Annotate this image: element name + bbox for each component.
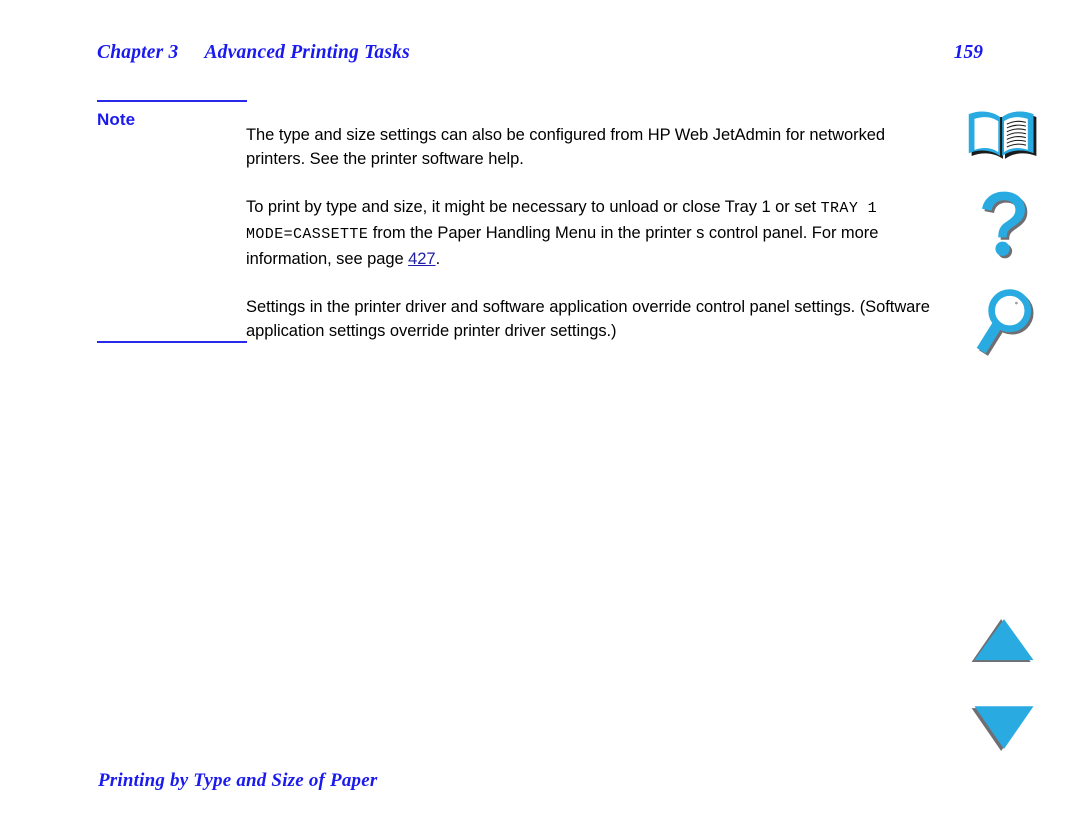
book-icon — [968, 111, 1037, 159]
note-bottom-rule — [97, 341, 247, 343]
page-number: 159 — [953, 42, 983, 63]
note-paragraph-1-text: The type and size settings can also be c… — [246, 125, 886, 168]
note-label: Note — [97, 110, 136, 129]
note-paragraph-3: Settings in the printer driver and softw… — [246, 295, 936, 343]
toc-button[interactable] — [962, 108, 1046, 166]
note-paragraph-2: To print by type and size, it might be n… — [246, 195, 936, 271]
note-paragraph-3-text: Settings in the printer driver and softw… — [246, 297, 930, 340]
previous-page-button[interactable] — [962, 614, 1046, 670]
note-top-rule — [97, 100, 247, 102]
page-header: Chapter 3 Advanced Printing Tasks 159 — [97, 42, 983, 72]
header-chapter-group: Chapter 3 Advanced Printing Tasks — [97, 42, 410, 64]
note-paragraph-1: The type and size settings can also be c… — [246, 123, 936, 171]
note-paragraph-2-tail: . — [435, 249, 441, 268]
note-paragraph-2-lead: To print by type and size, it might be n… — [246, 197, 821, 216]
triangle-up-icon — [971, 619, 1034, 662]
header-chapter-label: Chapter 3 — [97, 42, 179, 63]
search-button[interactable] — [962, 286, 1046, 362]
next-page-button[interactable] — [962, 702, 1046, 758]
help-button[interactable] — [962, 186, 1046, 262]
page-cross-reference-link[interactable]: 427 — [408, 250, 435, 268]
header-chapter-title: Advanced Printing Tasks — [204, 42, 410, 63]
question-mark-icon — [982, 191, 1028, 259]
document-page: Chapter 3 Advanced Printing Tasks 159 No… — [0, 0, 1080, 834]
triangle-down-icon — [971, 706, 1034, 751]
footer-section-title: Printing by Type and Size of Paper — [98, 770, 378, 791]
magnifier-icon — [976, 289, 1034, 356]
note-block-top-rule-wrap — [97, 100, 923, 102]
note-body-column: The type and size settings can also be c… — [246, 106, 936, 359]
